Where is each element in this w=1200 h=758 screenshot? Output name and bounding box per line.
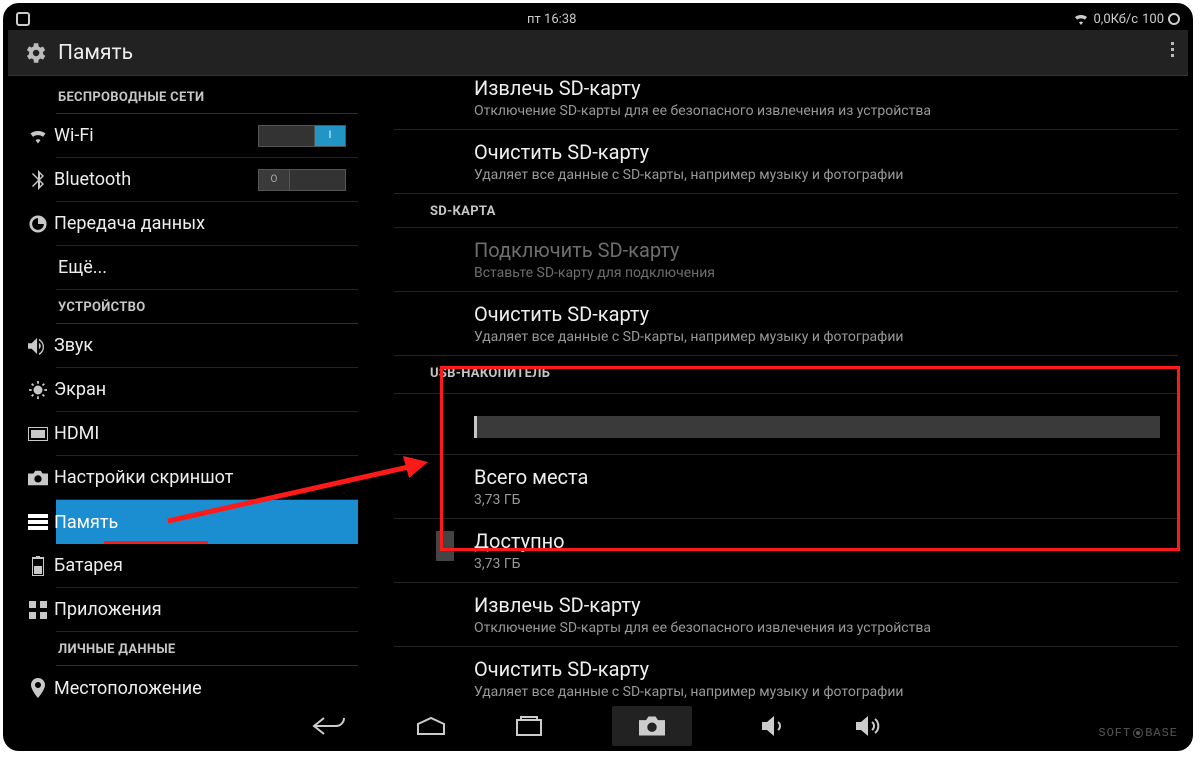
sidebar-item-apps[interactable]: Приложения	[56, 588, 358, 632]
sidebar-item-label: Приложения	[54, 599, 346, 620]
section-wireless: БЕСПРОВОДНЫЕ СЕТИ	[8, 80, 368, 113]
data-usage-icon	[22, 215, 54, 233]
bluetooth-icon	[22, 170, 54, 190]
camera-icon	[22, 470, 54, 486]
section-personal: ЛИЧНЫЕ ДАННЫЕ	[8, 632, 368, 665]
storage-icon	[22, 514, 54, 530]
item-format-sd2[interactable]: Очистить SD-карту Удаляет все данные с S…	[394, 291, 1178, 355]
sidebar-item-more[interactable]: Ещё...	[56, 246, 358, 290]
sidebar-item-label: Bluetooth	[54, 169, 258, 190]
page-title: Память	[58, 41, 133, 65]
titlebar: Память	[8, 30, 1188, 76]
sidebar-item-display[interactable]: Экран	[56, 368, 358, 412]
battery-level: 100	[1142, 12, 1164, 27]
hdmi-icon	[22, 427, 54, 441]
item-eject-usb[interactable]: Извлечь SD-карту Отключение SD-карты для…	[394, 582, 1178, 646]
sidebar-item-wifi[interactable]: Wi-Fi I	[56, 114, 358, 158]
item-format-usb[interactable]: Очистить SD-карту Удаляет все данные с S…	[394, 646, 1178, 706]
section-device: УСТРОЙСТВО	[8, 290, 368, 323]
sidebar-item-location[interactable]: Местоположение	[56, 666, 358, 706]
nav-recent-button[interactable]	[516, 706, 542, 746]
sidebar-item-label: Местоположение	[54, 678, 346, 699]
sidebar-item-label: HDMI	[54, 423, 346, 444]
statusbar: пт 16:38 0,0Кб/с 100	[8, 8, 1188, 30]
watermark: SOFTBASE	[1098, 726, 1178, 740]
sidebar-item-storage[interactable]: Память	[56, 500, 358, 544]
nav-volume-down-button[interactable]	[762, 706, 786, 746]
sidebar-item-sound[interactable]: Звук	[56, 324, 358, 368]
sidebar-item-label: Передача данных	[54, 213, 346, 234]
sidebar-item-screenshot[interactable]: Настройки скриншот	[56, 456, 358, 500]
battery-icon	[22, 556, 54, 576]
overflow-menu-button[interactable]	[1167, 38, 1178, 61]
storage-content[interactable]: Извлечь SD-карту Отключение SD-карты для…	[368, 76, 1188, 706]
brightness-icon	[22, 381, 54, 399]
sidebar-item-data-usage[interactable]: Передача данных	[56, 202, 358, 246]
section-sd-card: SD-КАРТА	[394, 193, 1178, 227]
nav-back-button[interactable]	[312, 706, 346, 746]
system-nav-bar	[8, 706, 1188, 746]
item-eject-sd-cut[interactable]: Извлечь SD-карту Отключение SD-карты для…	[394, 76, 1178, 129]
apps-icon	[22, 601, 54, 619]
statusbar-time: пт 16:38	[30, 12, 1073, 27]
sidebar-item-label: Настройки скриншот	[54, 467, 346, 488]
item-mount-sd: Подключить SD-карту Вставьте SD-карту дл…	[394, 227, 1178, 291]
section-usb: USB-НАКОПИТЕЛЬ	[394, 355, 1178, 389]
rotation-lock-icon	[16, 12, 30, 26]
usb-usage-bar	[474, 416, 1160, 438]
wifi-icon	[22, 128, 54, 144]
sidebar-item-label: Память	[54, 512, 346, 533]
available-swatch	[436, 531, 454, 561]
sound-icon	[22, 337, 54, 355]
item-usb-total[interactable]: Всего места 3,73 ГБ	[394, 454, 1178, 518]
location-icon	[22, 678, 54, 698]
sidebar-item-battery[interactable]: Батарея	[56, 544, 358, 588]
data-rate: 0,0Кб/с	[1093, 12, 1138, 27]
sidebar-item-hdmi[interactable]: HDMI	[56, 412, 358, 456]
battery-icon	[1168, 13, 1180, 25]
sidebar-item-label: Батарея	[54, 555, 346, 576]
nav-volume-up-button[interactable]	[856, 706, 884, 746]
bluetooth-switch[interactable]: O	[258, 169, 346, 191]
nav-screenshot-button[interactable]	[612, 706, 692, 746]
sidebar-item-label: Звук	[54, 335, 346, 356]
wifi-switch[interactable]: I	[258, 125, 346, 147]
settings-gear-icon	[22, 40, 48, 66]
sidebar-item-bluetooth[interactable]: Bluetooth O	[56, 158, 358, 202]
sidebar-item-label: Экран	[54, 379, 346, 400]
usb-usage-bar-row	[394, 393, 1178, 454]
wifi-icon	[1073, 13, 1089, 25]
sidebar-item-label: Wi-Fi	[54, 125, 258, 146]
sidebar-item-label: Ещё...	[54, 257, 346, 278]
settings-sidebar: БЕСПРОВОДНЫЕ СЕТИ Wi-Fi I Bluetooth O Пе…	[8, 76, 368, 706]
nav-home-button[interactable]	[416, 706, 446, 746]
item-usb-available[interactable]: Доступно 3,73 ГБ	[394, 518, 1178, 582]
item-format-sd[interactable]: Очистить SD-карту Удаляет все данные с S…	[394, 129, 1178, 193]
